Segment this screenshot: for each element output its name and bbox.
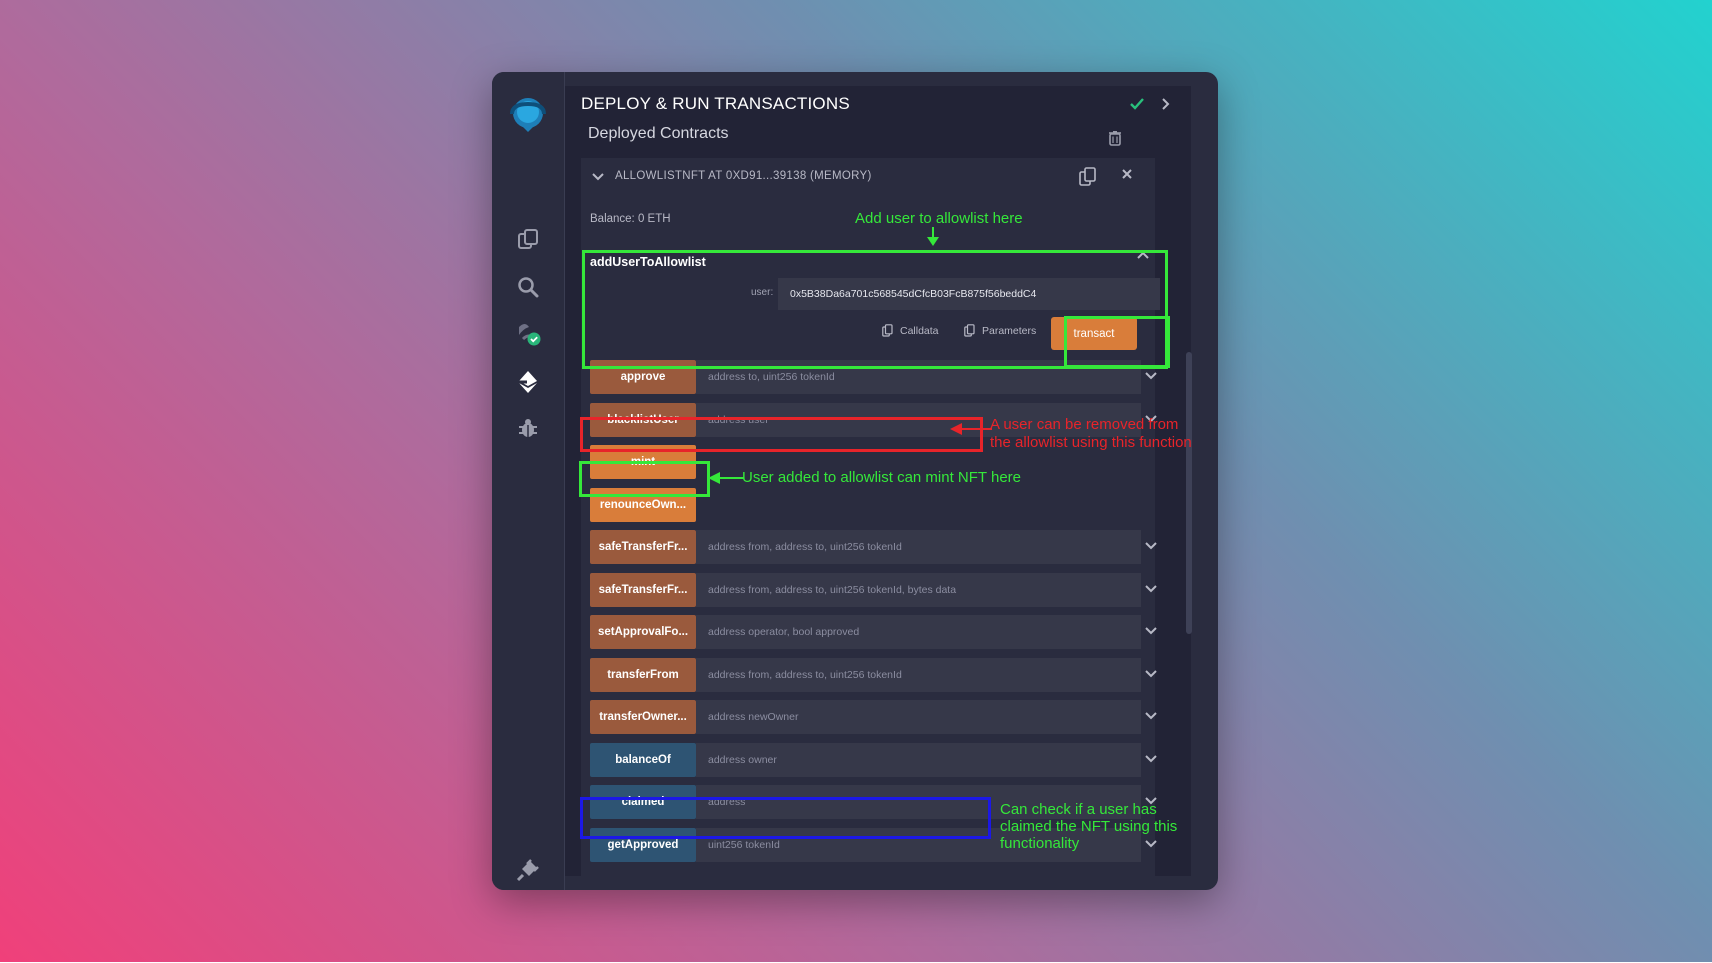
function-button[interactable]: safeTransferFr... xyxy=(590,572,696,607)
icon-sidebar xyxy=(492,72,565,890)
function-row: balanceOf address owner xyxy=(590,742,1157,777)
function-button[interactable]: safeTransferFr... xyxy=(590,530,696,564)
function-params-input[interactable]: address owner xyxy=(696,742,1141,777)
chevron-down-icon[interactable] xyxy=(1145,370,1157,384)
annotation-remove-user-1: A user can be removed from xyxy=(990,416,1179,433)
chevron-down-icon[interactable] xyxy=(1145,710,1157,724)
annotation-claimed-3: functionality xyxy=(1000,835,1080,852)
function-params-input[interactable]: address from, address to, uint256 tokenI… xyxy=(696,572,1141,607)
highlight-mint-box xyxy=(579,461,710,497)
annotation-arrow-mint xyxy=(708,472,744,484)
remix-logo-icon[interactable] xyxy=(492,92,564,136)
function-row: transferOwner... address newOwner xyxy=(590,700,1157,734)
chevron-down-icon[interactable] xyxy=(1145,625,1157,639)
chevron-down-icon[interactable] xyxy=(1145,753,1157,767)
search-icon[interactable] xyxy=(492,269,564,305)
annotation-arrow-add-user xyxy=(927,227,939,246)
annotation-mint: User added to allowlist can mint NFT her… xyxy=(742,469,1022,486)
file-explorer-icon[interactable] xyxy=(492,222,564,258)
chevron-down-icon[interactable] xyxy=(1145,838,1157,852)
function-params-input[interactable]: address from, address to, uint256 tokenI… xyxy=(696,530,1141,564)
deploy-icon[interactable] xyxy=(492,364,564,400)
annotation-remove-user-2: the allowlist using this function xyxy=(990,434,1192,451)
annotation-arrow-remove xyxy=(950,423,992,435)
function-row: transferFrom address from, address to, ui… xyxy=(590,657,1157,692)
function-button[interactable]: transferFrom xyxy=(590,657,696,692)
section-title: Deployed Contracts xyxy=(588,125,729,142)
contract-name: ALLOWLISTNFT AT 0XD91...39138 (MEMORY) xyxy=(615,170,872,182)
close-icon[interactable] xyxy=(1120,167,1134,186)
function-row: safeTransferFr... address from, address t… xyxy=(590,530,1157,564)
debugger-icon[interactable] xyxy=(492,410,564,446)
check-icon xyxy=(1129,96,1145,117)
chevron-down-icon[interactable] xyxy=(1145,583,1157,597)
chevron-down-icon[interactable] xyxy=(591,170,605,189)
function-button[interactable]: transferOwner... xyxy=(590,700,696,734)
chevron-down-icon[interactable] xyxy=(1145,668,1157,682)
function-row: safeTransferFr... address from, address t… xyxy=(590,572,1157,607)
chevron-right-icon[interactable] xyxy=(1159,96,1173,117)
panel-title: DEPLOY & RUN TRANSACTIONS xyxy=(581,94,850,113)
highlight-transact-box xyxy=(1064,316,1170,368)
annotation-claimed-2: claimed the NFT using this xyxy=(1000,818,1178,835)
compiler-icon[interactable] xyxy=(492,316,564,352)
plugin-manager-icon[interactable] xyxy=(492,852,564,888)
chevron-down-icon[interactable] xyxy=(1145,540,1157,554)
highlight-blacklist-box xyxy=(580,417,983,452)
trash-icon[interactable] xyxy=(1108,130,1122,151)
scrollbar[interactable] xyxy=(1186,352,1192,634)
balance-label: Balance: 0 ETH xyxy=(590,213,671,225)
annotation-claimed-1: Can check if a user has xyxy=(1000,801,1157,818)
contract-header[interactable]: ALLOWLISTNFT AT 0XD91...39138 (MEMORY) xyxy=(581,158,1155,198)
function-params-input[interactable]: address operator, bool approved xyxy=(696,615,1141,649)
highlight-claimed-box xyxy=(580,797,991,839)
function-button[interactable]: setApprovalFo... xyxy=(590,615,696,649)
function-row: setApprovalFo... address operator, bool a… xyxy=(590,615,1157,649)
annotation-add-user: Add user to allowlist here xyxy=(855,210,1023,227)
function-params-input[interactable]: address from, address to, uint256 tokenI… xyxy=(696,657,1141,692)
function-params-input[interactable]: address newOwner xyxy=(696,700,1141,734)
function-button[interactable]: balanceOf xyxy=(590,742,696,777)
copy-icon[interactable] xyxy=(1079,167,1097,192)
